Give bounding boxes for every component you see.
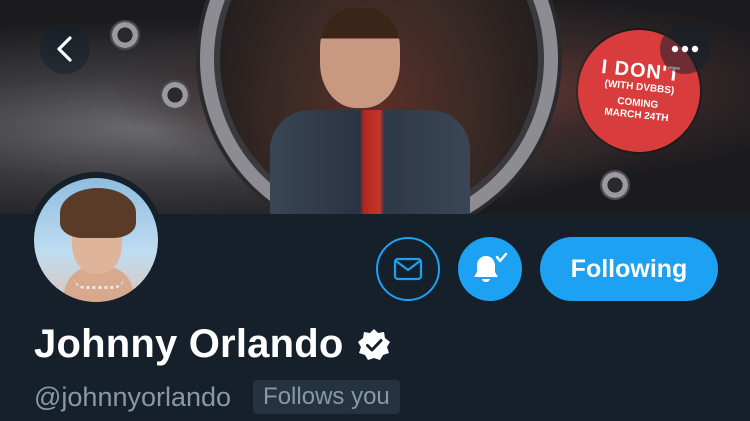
envelope-icon xyxy=(393,257,423,281)
verified-badge-icon xyxy=(358,328,391,360)
avatar-image xyxy=(34,178,158,302)
banner-bolt-graphic xyxy=(110,20,140,50)
notifications-button[interactable] xyxy=(458,237,522,301)
profile-name-row: Johnny Orlando xyxy=(34,322,391,367)
more-horizontal-icon xyxy=(671,45,699,53)
avatar-chain xyxy=(74,278,124,289)
avatar-hair xyxy=(60,188,136,238)
banner-person-body xyxy=(270,110,470,214)
avatar[interactable] xyxy=(28,172,164,308)
banner-bolt-graphic xyxy=(600,170,630,200)
banner-bolt-graphic xyxy=(160,80,190,110)
profile-handle-row: @johnnyorlando Follows you xyxy=(34,380,400,414)
banner-person-head xyxy=(320,8,400,108)
more-options-button[interactable] xyxy=(660,24,710,74)
back-button[interactable] xyxy=(40,24,90,74)
message-button[interactable] xyxy=(376,237,440,301)
follows-you-badge: Follows you xyxy=(253,380,400,414)
display-name: Johnny Orlando xyxy=(34,322,344,366)
profile-handle: @johnnyorlando xyxy=(34,381,232,412)
chevron-left-icon xyxy=(57,36,72,62)
bell-check-icon xyxy=(474,252,508,282)
following-button[interactable]: Following xyxy=(540,237,718,301)
